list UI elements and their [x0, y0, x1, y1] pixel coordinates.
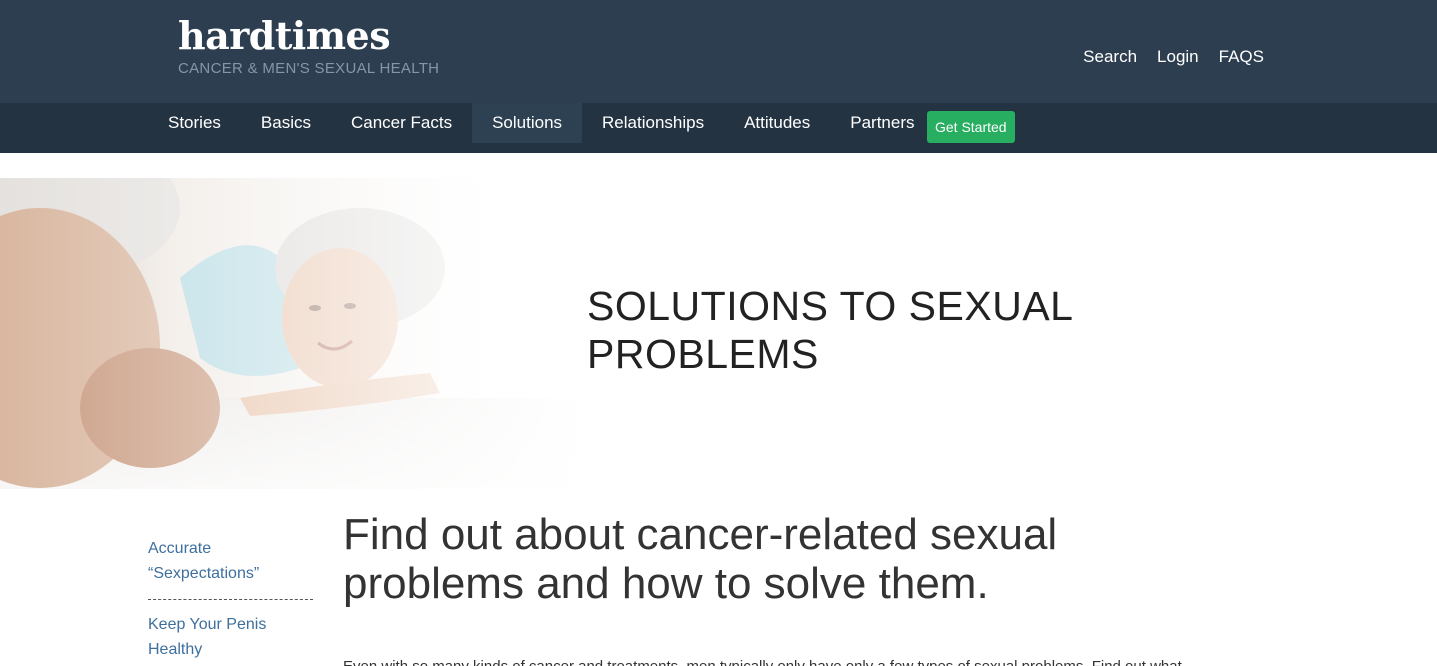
- hero-image: [0, 178, 590, 489]
- site-header: hardtimes CANCER & MEN'S SEXUAL HEALTH S…: [0, 0, 1437, 103]
- intro-paragraph: Even with so many kinds of cancer and tr…: [343, 656, 1182, 666]
- nav-item-basics[interactable]: Basics: [241, 103, 331, 143]
- section-heading-line2: problems and how to solve them.: [343, 559, 989, 608]
- search-link[interactable]: Search: [1083, 46, 1137, 68]
- sidebar-link-accurate-sexpectations[interactable]: Accurate “Sexpectations”: [148, 536, 313, 600]
- main-nav-list: Stories Basics Cancer Facts Solutions Re…: [148, 103, 935, 143]
- page-title-line1: SOLUTIONS TO SEXUAL: [587, 283, 1074, 329]
- section-heading-line1: Find out about cancer-related sexual: [343, 510, 1058, 559]
- login-link[interactable]: Login: [1157, 46, 1199, 68]
- sidebar-link-line: Healthy: [148, 641, 203, 658]
- section-heading: Find out about cancer-related sexual pro…: [343, 510, 1303, 608]
- page-title: SOLUTIONS TO SEXUAL PROBLEMS: [587, 282, 1073, 378]
- sidebar-link-line: “Sexpectations”: [148, 565, 260, 582]
- nav-item-cancer-facts[interactable]: Cancer Facts: [331, 103, 472, 143]
- nav-item-stories[interactable]: Stories: [148, 103, 241, 143]
- logo-tagline: CANCER & MEN'S SEXUAL HEALTH: [178, 60, 440, 77]
- page-title-line2: PROBLEMS: [587, 331, 819, 377]
- hero-photo-illustration: [0, 178, 590, 489]
- sidebar-link-line: Keep Your Penis: [148, 616, 267, 633]
- utility-nav: Search Login FAQS: [1083, 46, 1264, 68]
- nav-item-attitudes[interactable]: Attitudes: [724, 103, 830, 143]
- nav-item-relationships[interactable]: Relationships: [582, 103, 724, 143]
- hero-banner: SOLUTIONS TO SEXUAL PROBLEMS: [0, 178, 1437, 489]
- sidebar-link-line: Accurate: [148, 540, 212, 557]
- main-nav: Stories Basics Cancer Facts Solutions Re…: [0, 103, 1437, 153]
- nav-item-solutions[interactable]: Solutions: [472, 103, 583, 143]
- faqs-link[interactable]: FAQS: [1219, 46, 1264, 68]
- main-content: Find out about cancer-related sexual pro…: [343, 510, 1303, 666]
- sidebar-nav: Accurate “Sexpectations” Keep Your Penis…: [148, 536, 313, 666]
- nav-item-partners[interactable]: Partners: [830, 103, 934, 143]
- sidebar-link-keep-penis-healthy[interactable]: Keep Your Penis Healthy: [148, 600, 313, 666]
- get-started-button[interactable]: Get Started: [927, 111, 1015, 143]
- logo-wordmark: hardtimes: [178, 13, 391, 58]
- site-logo[interactable]: hardtimes CANCER & MEN'S SEXUAL HEALTH: [178, 13, 440, 78]
